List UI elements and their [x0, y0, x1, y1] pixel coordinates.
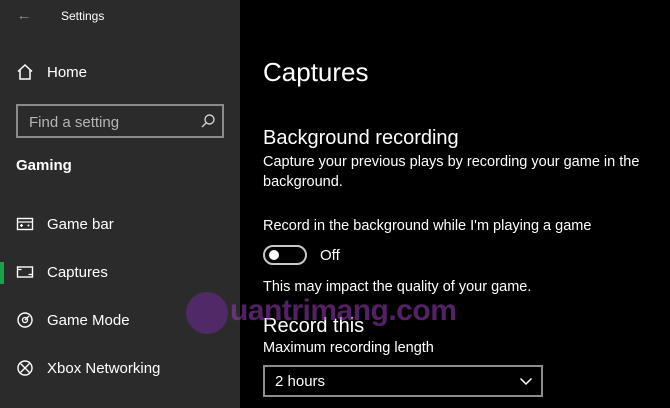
max-recording-length-dropdown[interactable]: 2 hours — [263, 365, 543, 397]
chevron-down-icon — [519, 377, 533, 386]
toggle-state-text: Off — [320, 247, 340, 264]
section-title-record-this: Record this — [263, 315, 365, 337]
background-recording-toggle[interactable] — [263, 245, 307, 265]
impact-note: This may impact the quality of your game… — [263, 279, 532, 295]
search-box[interactable] — [16, 104, 224, 138]
max-length-label: Maximum recording length — [263, 340, 434, 356]
title-bar: ← Settings — [0, 0, 240, 34]
sidebar-item-label: Captures — [47, 264, 108, 281]
sidebar: ← Settings Home Gaming Game bar Captures — [0, 0, 240, 408]
search-input[interactable] — [27, 110, 199, 134]
sidebar-item-label: Game bar — [47, 216, 114, 233]
sidebar-item-label: Xbox Networking — [47, 360, 161, 377]
section-description: Capture your previous plays by recording… — [263, 154, 640, 190]
toggle-label: Record in the background while I'm playi… — [263, 218, 592, 234]
page-title: Captures — [263, 57, 369, 87]
sidebar-item-label: Game Mode — [47, 312, 130, 329]
section-title-background-recording: Background recording — [263, 127, 459, 149]
xbox-icon — [17, 360, 33, 376]
game-mode-icon — [17, 312, 33, 328]
home-icon — [17, 63, 33, 80]
sidebar-item-game-mode[interactable]: Game Mode — [0, 301, 240, 341]
dropdown-value: 2 hours — [275, 373, 326, 390]
sidebar-item-captures[interactable]: Captures — [0, 253, 240, 293]
sidebar-item-label: Home — [47, 64, 88, 81]
toggle-knob — [269, 250, 279, 260]
back-button[interactable]: ← — [13, 6, 35, 26]
sidebar-item-home[interactable]: Home — [0, 53, 240, 93]
main-content: Captures Background recording Capture yo… — [240, 0, 670, 408]
game-bar-icon — [16, 217, 34, 231]
captures-icon — [16, 266, 34, 278]
back-arrow-icon: ← — [16, 7, 32, 24]
sidebar-item-game-bar[interactable]: Game bar — [0, 205, 240, 245]
group-heading: Gaming — [16, 157, 72, 174]
search-icon[interactable] — [200, 113, 216, 129]
app-title: Settings — [61, 9, 105, 23]
sidebar-item-xbox-networking[interactable]: Xbox Networking — [0, 349, 240, 389]
